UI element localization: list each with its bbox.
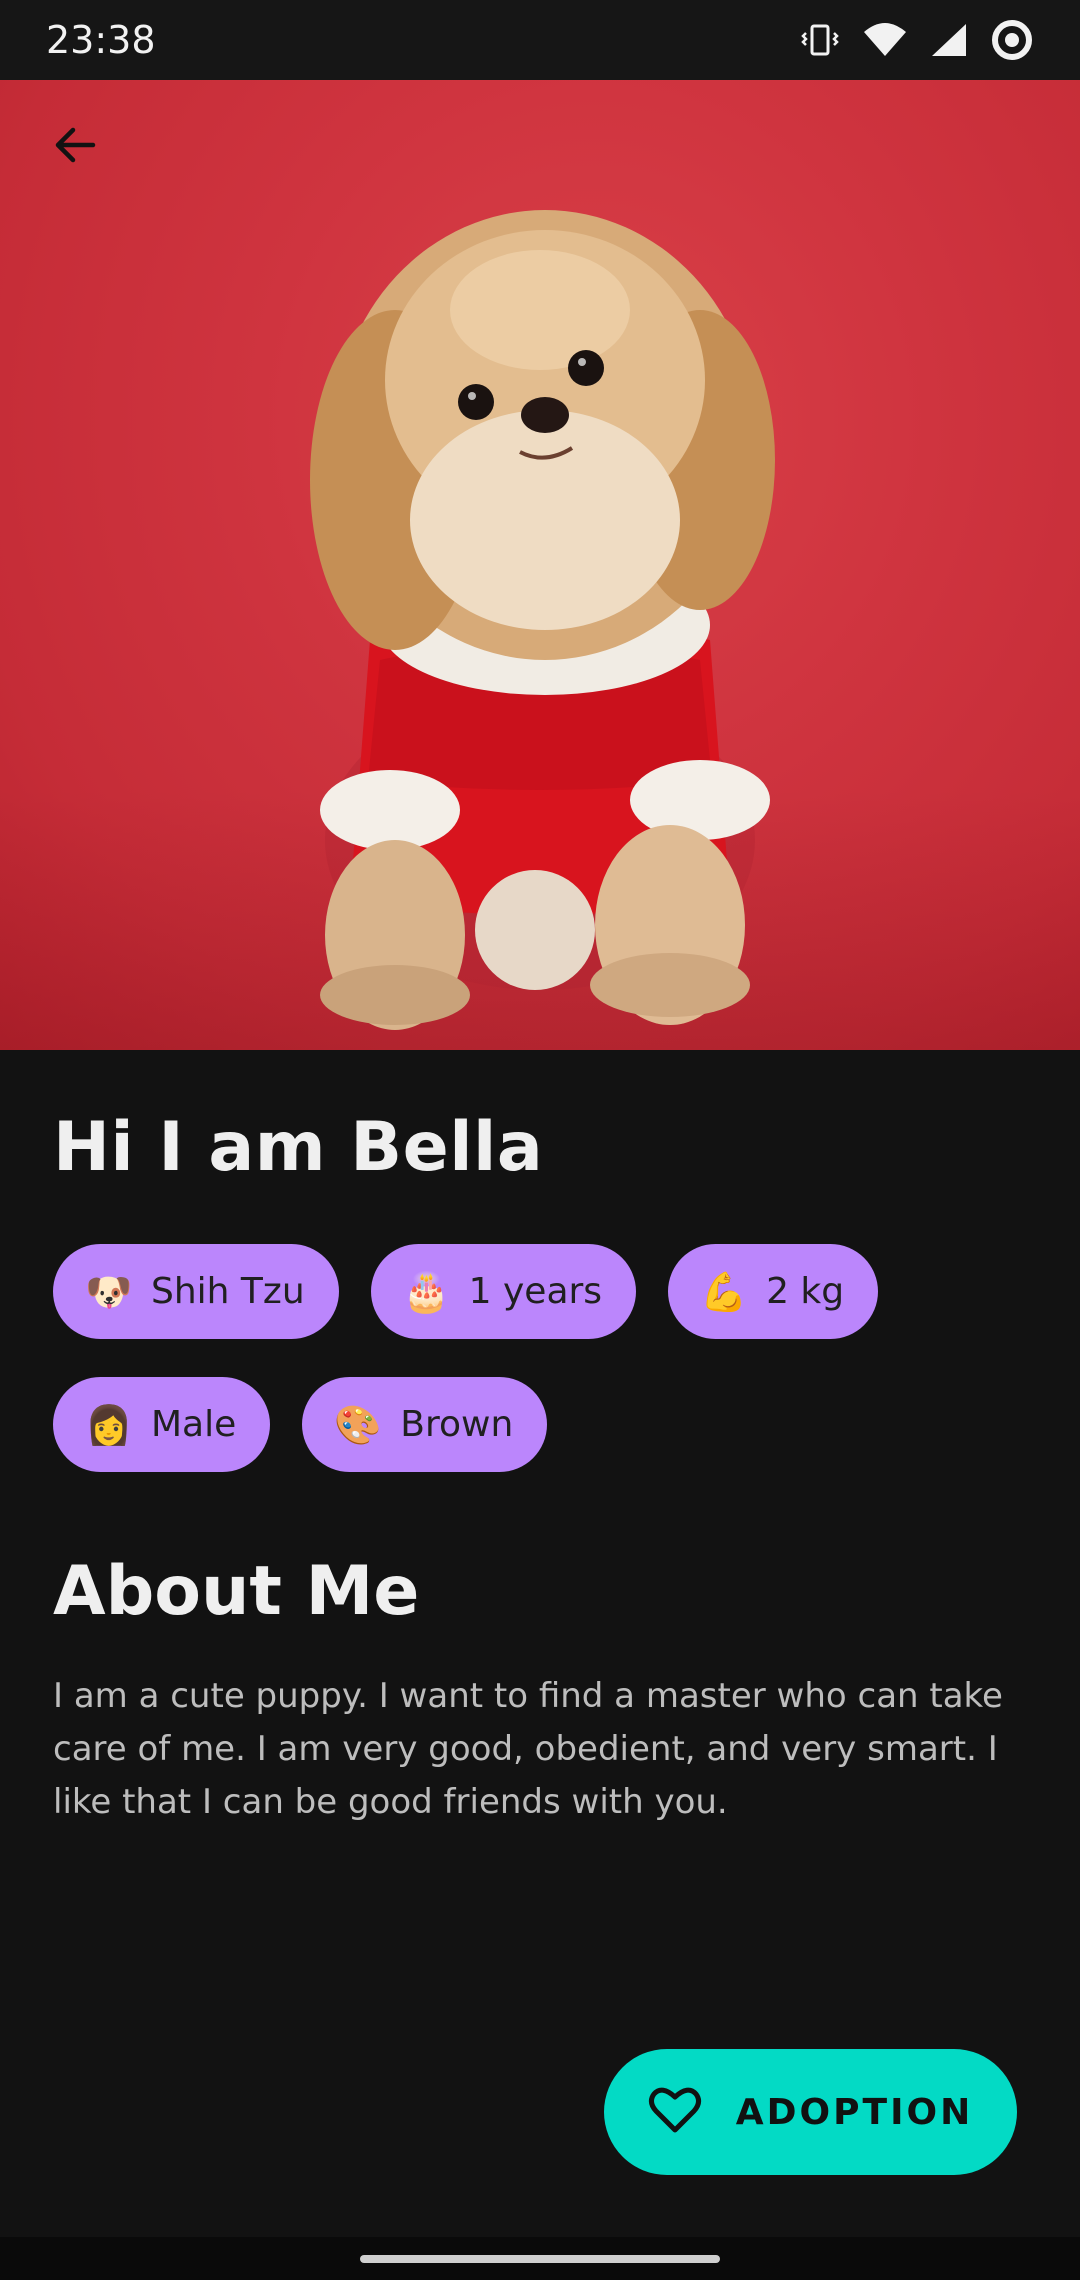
chip-label: Male [151,1404,237,1445]
birthday-cake-icon: 🎂 [402,1269,450,1314]
navigation-bar [0,2237,1080,2280]
chip-row: 👩 Male 🎨 Brown [53,1377,1033,1472]
adoption-label: ADOPTION [735,2091,974,2133]
chip-label: Shih Tzu [151,1271,305,1312]
pet-title: Hi I am Bella [53,1108,544,1187]
status-icons [800,18,1034,62]
arrow-left-icon [51,121,99,173]
flexed-biceps-icon: 💪 [700,1269,748,1314]
chip-row: 🐶 Shih Tzu 🎂 1 years 💪 2 kg [53,1244,1033,1339]
back-button[interactable] [40,112,110,182]
dog-face-icon: 🐶 [85,1269,133,1314]
status-time: 23:38 [46,18,156,62]
adoption-button[interactable]: ADOPTION [604,2049,1017,2175]
chip-color[interactable]: 🎨 Brown [302,1377,548,1472]
signal-icon [930,20,968,60]
heart-outline-icon [648,2085,702,2139]
wifi-icon [862,20,908,60]
chip-label: 2 kg [766,1271,845,1312]
chip-age[interactable]: 🎂 1 years [370,1244,637,1339]
hero-image [0,80,1080,1050]
chip-label: Brown [400,1404,514,1445]
chip-weight[interactable]: 💪 2 kg [668,1244,879,1339]
chip-label: 1 years [468,1271,603,1312]
sync-circle-icon [990,18,1034,62]
home-indicator[interactable] [360,2254,720,2263]
woman-icon: 👩 [85,1402,133,1447]
dog-illustration [310,210,775,1030]
artist-palette-icon: 🎨 [334,1402,382,1447]
vibrate-icon [800,20,840,60]
attribute-chips: 🐶 Shih Tzu 🎂 1 years 💪 2 kg 👩 Male 🎨 Bro… [53,1244,1033,1510]
about-title: About Me [53,1552,420,1631]
chip-gender[interactable]: 👩 Male [53,1377,271,1472]
status-bar: 23:38 [0,0,1080,80]
chip-breed[interactable]: 🐶 Shih Tzu [53,1244,339,1339]
about-text: I am a cute puppy. I want to find a mast… [53,1676,1003,1822]
